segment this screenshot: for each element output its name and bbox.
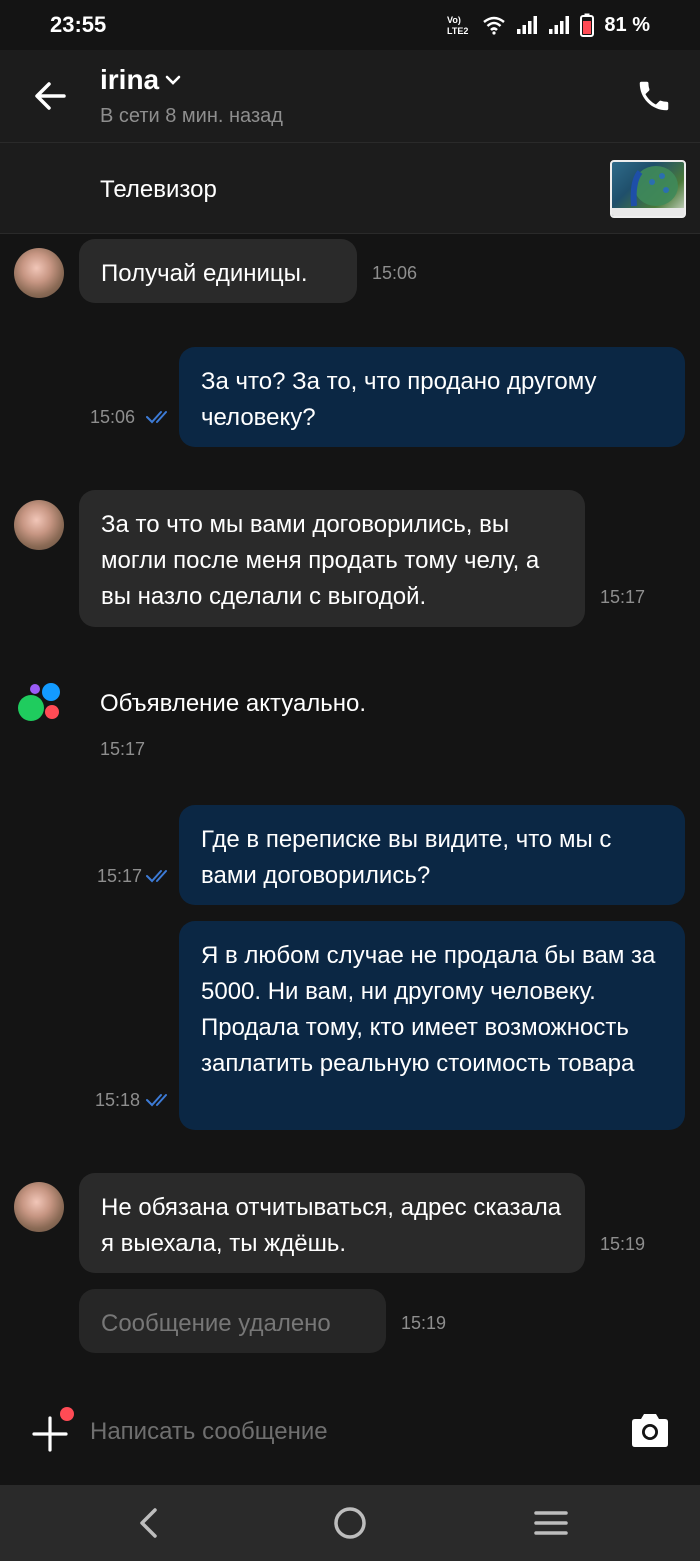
chevron-down-icon: [165, 75, 181, 85]
message-text: За что? За то, что продано другому челов…: [201, 368, 597, 431]
message-time: 15:06: [372, 263, 418, 283]
message-input[interactable]: [90, 1412, 570, 1452]
message-text: Где в переписке вы видите, что мы с вами…: [201, 826, 612, 889]
message-bubble-outgoing[interactable]: Я в любом случае не продала бы вам за 50…: [179, 921, 685, 1130]
message-bubble-incoming[interactable]: Получай единицы.: [79, 239, 357, 303]
system-message-text: Объявление актуально.: [100, 690, 367, 717]
message-text: Не обязана отчитываться, адрес сказала я…: [101, 1194, 562, 1257]
tv-thumbnail-image: [610, 160, 686, 218]
nav-menu-button[interactable]: [529, 1503, 573, 1543]
battery-percent: 81 %: [604, 13, 650, 36]
message-text: Получай единицы.: [101, 260, 308, 287]
status-time: 23:55: [50, 12, 107, 37]
avatar[interactable]: [14, 500, 64, 550]
volte-icon: Vo) LTE2: [447, 15, 468, 36]
message-bubble-outgoing[interactable]: За что? За то, что продано другому челов…: [179, 347, 685, 447]
nav-home-icon: [334, 1507, 366, 1539]
message-time: 15:19: [600, 1234, 646, 1254]
contact-status: В сети 8 мин. назад: [100, 105, 283, 127]
listing-bar[interactable]: Телевизор: [0, 142, 700, 234]
nav-back-icon: [140, 1508, 157, 1538]
message-text: Я в любом случае не продала бы вам за 50…: [201, 942, 656, 1077]
message-bubble-outgoing[interactable]: Где в переписке вы видите, что мы с вами…: [179, 805, 685, 905]
phone-icon: [639, 81, 669, 111]
message-time: 15:17: [600, 587, 646, 607]
nav-home-button[interactable]: [328, 1503, 372, 1543]
nav-back-button[interactable]: [126, 1503, 170, 1543]
deleted-message-text: Сообщение удалено: [101, 1310, 331, 1337]
svg-text:LTE2: LTE2: [447, 26, 468, 36]
svg-text:Vo): Vo): [447, 15, 461, 25]
message-bubble-incoming[interactable]: Не обязана отчитываться, адрес сказала я…: [79, 1173, 585, 1273]
wifi-icon: [483, 16, 506, 35]
system-nav-bar: [0, 1485, 700, 1561]
avito-logo-icon: [18, 683, 60, 721]
message-bubble-incoming[interactable]: За то что мы вами договорились, вы могли…: [79, 490, 585, 627]
message-bubble-deleted[interactable]: Сообщение удалено: [79, 1289, 386, 1353]
call-button[interactable]: [632, 74, 676, 118]
status-icons: Vo) LTE2 81 %: [446, 10, 650, 40]
message-time: 15:18: [95, 1090, 141, 1110]
read-ticks-icon: [146, 411, 167, 424]
message-time: 15:17: [100, 739, 146, 759]
back-arrow-icon: [35, 82, 66, 110]
nav-menu-icon: [534, 1511, 568, 1535]
contact-name-button[interactable]: irina: [100, 64, 181, 96]
message-time: 15:06: [90, 407, 136, 427]
back-button[interactable]: [26, 72, 74, 120]
read-ticks-icon: [146, 1094, 167, 1107]
read-ticks-icon: [146, 870, 167, 883]
status-bar: 23:55 Vo) LTE2 81 %: [0, 0, 700, 50]
message-text: За то что мы вами договорились, вы могли…: [101, 511, 540, 610]
notification-dot: [60, 1407, 74, 1421]
camera-icon[interactable]: [628, 1408, 672, 1452]
message-time: 15:17: [97, 866, 143, 886]
listing-title: Телевизор: [100, 176, 217, 203]
signal-icon: [517, 16, 538, 34]
battery-icon: [580, 13, 595, 37]
chat-header: irina В сети 8 мин. назад: [0, 50, 700, 142]
contact-name: irina: [100, 64, 160, 95]
avatar[interactable]: [14, 248, 64, 298]
signal-icon: [549, 16, 570, 34]
message-time: 15:19: [401, 1313, 447, 1333]
avatar[interactable]: [14, 1182, 64, 1232]
